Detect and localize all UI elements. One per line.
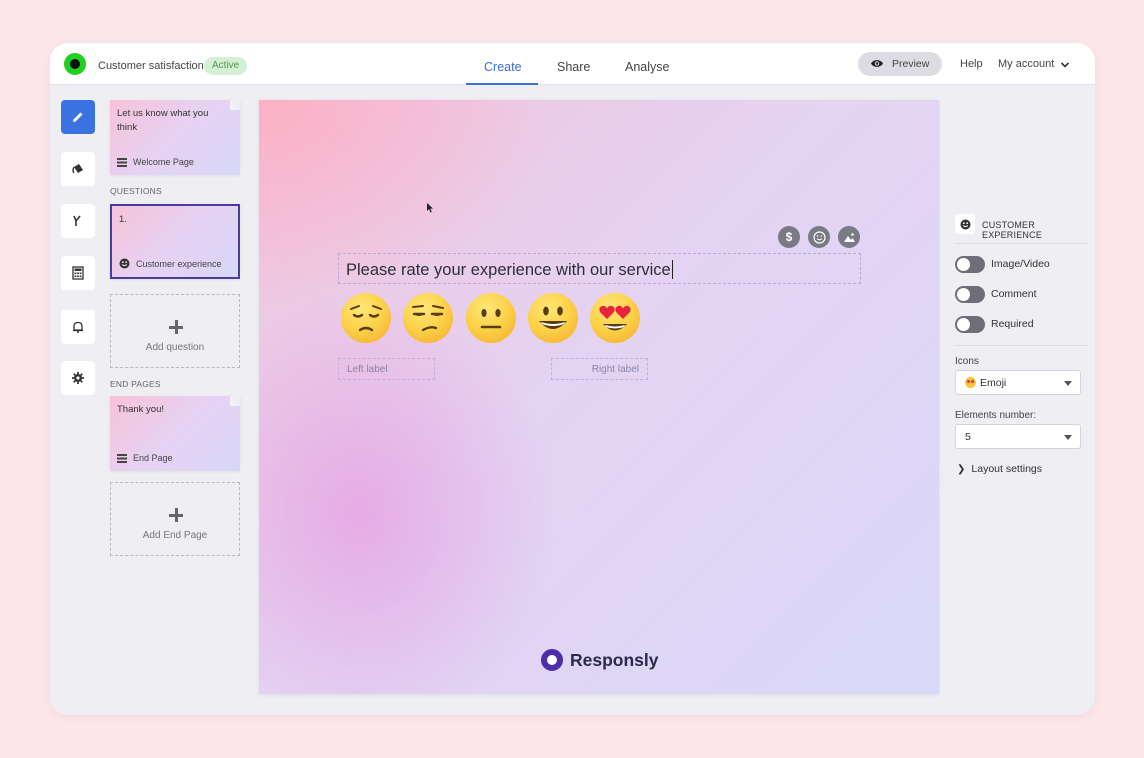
add-question-button[interactable]: Add question <box>110 294 240 368</box>
elements-number-label: Elements number: <box>955 410 1037 421</box>
rail-theme-button[interactable] <box>61 152 95 186</box>
plus-icon <box>168 319 184 335</box>
rail-calculator-button[interactable] <box>61 256 95 290</box>
required-label: Required <box>991 318 1034 330</box>
pensive-face-icon[interactable] <box>341 293 391 343</box>
app-window: Customer satisfaction Active Create Shar… <box>50 43 1095 715</box>
brand-name: Responsly <box>570 649 659 670</box>
mouse-cursor-icon <box>427 203 433 213</box>
preview-button[interactable]: Preview <box>858 52 942 76</box>
divider <box>955 243 1088 244</box>
comment-label: Comment <box>991 288 1037 300</box>
tab-analyse[interactable]: Analyse <box>625 60 669 74</box>
caret-down-icon <box>1064 381 1072 386</box>
neutral-face-icon[interactable] <box>466 293 516 343</box>
unamused-face-icon[interactable] <box>403 293 453 343</box>
end-page-label: End Page <box>133 453 173 463</box>
caret-down-icon <box>1064 435 1072 440</box>
welcome-page-footer: Welcome Page <box>117 157 194 167</box>
questions-section-label: QUESTIONS <box>110 186 162 196</box>
pencil-icon <box>73 112 83 122</box>
elements-number-select[interactable]: 5 <box>955 424 1081 449</box>
paint-bucket-icon <box>72 164 83 174</box>
comment-toggle[interactable] <box>955 286 985 303</box>
layout-settings-toggle[interactable]: ❯ Layout settings <box>957 463 1042 475</box>
gear-icon <box>72 372 84 384</box>
help-link[interactable]: Help <box>960 58 983 70</box>
status-badge: Active <box>204 57 248 75</box>
required-toggle[interactable] <box>955 316 985 333</box>
question-card-label: Customer experience <box>136 258 222 269</box>
smiley-icon[interactable] <box>808 226 830 248</box>
end-page-card[interactable]: Thank you! End Page <box>110 396 240 471</box>
question-tools: $ <box>778 226 860 248</box>
end-page-footer: End Page <box>117 453 173 463</box>
chevron-right-icon: ❯ <box>957 464 966 475</box>
dollar-icon[interactable]: $ <box>778 226 800 248</box>
end-page-text: Thank you! <box>117 404 164 415</box>
plus-icon <box>168 507 184 523</box>
heart-eyes-icon <box>965 377 976 388</box>
add-question-label: Add question <box>145 342 205 353</box>
page-fold-corner <box>230 396 240 406</box>
brand-logo: Responsly <box>541 648 659 672</box>
left-label-field[interactable]: Left label <box>338 358 435 380</box>
rail-settings-button[interactable] <box>61 361 95 395</box>
end-pages-section-label: END PAGES <box>110 379 161 389</box>
app-logo-icon[interactable] <box>64 53 86 75</box>
tab-share[interactable]: Share <box>557 60 590 74</box>
image-video-toggle[interactable] <box>955 256 985 273</box>
responsly-logo-icon <box>541 649 563 671</box>
image-video-label: Image/Video <box>991 258 1050 270</box>
my-account-menu[interactable]: My account <box>998 58 1054 70</box>
divider <box>955 345 1088 346</box>
rail-logic-button[interactable] <box>61 204 95 238</box>
icons-select[interactable]: Emoji <box>955 370 1081 395</box>
right-label-text: Right label <box>591 364 639 375</box>
smiley-icon <box>955 214 975 234</box>
question-card[interactable]: 1. Customer experience <box>110 204 240 279</box>
page-icon <box>117 157 127 167</box>
active-tab-indicator <box>466 83 538 85</box>
icons-field-label: Icons <box>955 356 979 367</box>
right-label-field[interactable]: Right label <box>551 358 648 380</box>
image-icon[interactable] <box>838 226 860 248</box>
rail-edit-button[interactable] <box>61 100 95 134</box>
welcome-page-card[interactable]: Let us know what you think Welcome Page <box>110 100 240 175</box>
smiley-icon <box>119 258 130 269</box>
question-number: 1. <box>119 214 127 225</box>
rail-notifications-button[interactable] <box>61 310 95 344</box>
add-end-page-label: Add End Page <box>142 530 208 541</box>
bell-icon <box>73 321 83 333</box>
chevron-down-icon[interactable] <box>1060 61 1070 69</box>
question-text-field[interactable]: Please rate your experience with our ser… <box>338 253 861 284</box>
welcome-page-text: Let us know what you think <box>117 108 209 133</box>
survey-canvas[interactable]: $ Please rate your experience with our s… <box>259 100 939 694</box>
icons-select-value: Emoji <box>980 377 1007 389</box>
layout-settings-label: Layout settings <box>971 463 1043 475</box>
branch-icon <box>73 215 81 226</box>
left-label-text: Left label <box>347 364 388 375</box>
page-fold-corner <box>230 100 240 110</box>
add-end-page-button[interactable]: Add End Page <box>110 482 240 556</box>
tab-create[interactable]: Create <box>484 60 522 74</box>
smiling-face-icon[interactable] <box>528 293 578 343</box>
survey-title[interactable]: Customer satisfaction <box>98 60 204 72</box>
settings-section-title: CUSTOMER EXPERIENCE <box>982 220 1043 240</box>
question-text: Please rate your experience with our ser… <box>346 261 671 279</box>
top-bar: Customer satisfaction Active Create Shar… <box>50 43 1095 85</box>
welcome-page-label: Welcome Page <box>133 157 194 167</box>
preview-label: Preview <box>892 58 930 70</box>
heart-eyes-face-icon[interactable] <box>590 293 640 343</box>
question-card-footer: Customer experience <box>119 258 222 269</box>
elements-number-value: 5 <box>965 431 971 443</box>
calculator-icon <box>72 266 84 280</box>
eye-icon <box>871 60 883 67</box>
page-icon <box>117 453 127 463</box>
